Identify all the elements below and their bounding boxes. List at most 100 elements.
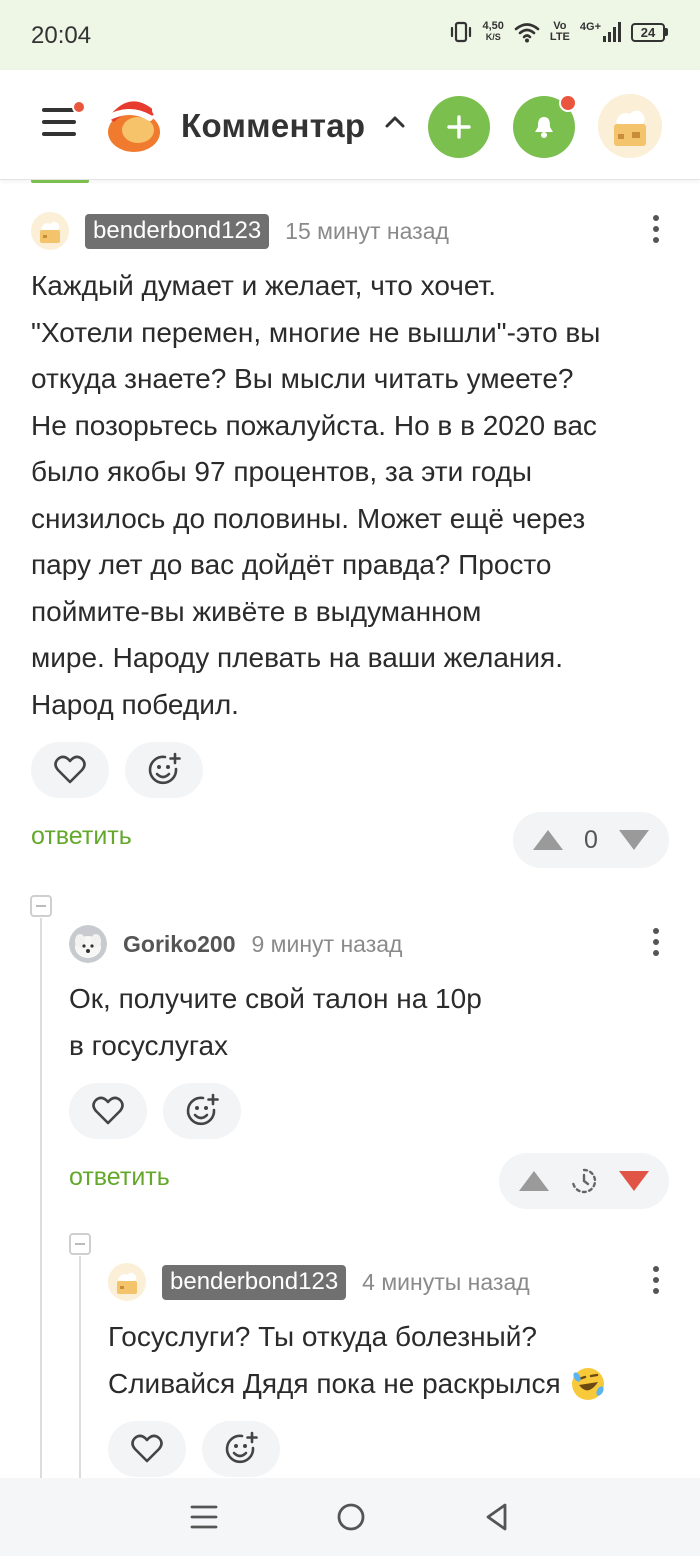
avatar[interactable] bbox=[108, 1263, 146, 1301]
bell-icon bbox=[535, 117, 553, 138]
status-time: 20:04 bbox=[31, 22, 92, 49]
reply-button[interactable]: ответить bbox=[31, 822, 132, 851]
volte-indicator: Vo LTE bbox=[550, 21, 570, 43]
active-tab-indicator bbox=[31, 180, 89, 183]
network-speed: 4,50 K/S bbox=[483, 21, 504, 43]
comment-header: benderbond123 15 минут назад bbox=[31, 211, 661, 251]
thread-line bbox=[40, 918, 42, 1478]
comment-time[interactable]: 9 минут назад bbox=[252, 931, 403, 958]
comment: Goriko200 9 минут назад Ок, получите сво… bbox=[69, 924, 669, 1209]
add-post-button[interactable] bbox=[428, 96, 490, 158]
status-bar: 20:04 4,50 K/S Vo LTE 4G+ 24 bbox=[0, 0, 700, 70]
comment-text-line: поймите-вы живёте в выдуманном bbox=[31, 595, 482, 627]
upvote-icon[interactable] bbox=[531, 828, 565, 852]
like-button[interactable] bbox=[69, 1083, 147, 1139]
comment-text-line: было якобы 97 процентов, за эти годы bbox=[31, 456, 533, 487]
menu-notification-dot bbox=[72, 100, 86, 114]
comment-text-line: Ок, получите свой талон на 10р bbox=[69, 983, 482, 1014]
chevron-up-icon[interactable] bbox=[383, 110, 407, 134]
comment-text-line: в госуслугах bbox=[69, 1029, 229, 1061]
heart-icon bbox=[54, 755, 86, 784]
back-icon[interactable] bbox=[483, 1502, 511, 1532]
vote-box: 0 bbox=[513, 812, 669, 868]
more-options-icon[interactable] bbox=[653, 1266, 661, 1298]
recent-apps-icon[interactable] bbox=[189, 1503, 219, 1531]
comment-author[interactable]: benderbond123 bbox=[85, 213, 270, 249]
comment-author[interactable]: Goriko200 bbox=[123, 931, 236, 958]
logo-icon[interactable] bbox=[100, 92, 166, 158]
network-speed-unit: K/S bbox=[485, 32, 501, 42]
rating-pending-icon bbox=[571, 1168, 597, 1194]
comment-actions bbox=[108, 1421, 661, 1477]
comment-text-line: "Хотели перемен, многие не вышли"-это вы bbox=[31, 316, 601, 348]
comment-actions bbox=[31, 742, 661, 798]
comment-text-line: снизилось до половины. Может ещё через bbox=[31, 502, 586, 534]
notification-dot bbox=[559, 94, 577, 112]
rating-value: 0 bbox=[584, 825, 598, 854]
comment-text: Каждый думает и желает, что хочет. "Хоте… bbox=[31, 263, 661, 728]
add-reaction-button[interactable] bbox=[163, 1083, 241, 1139]
comment-text-line: Госуслуги? Ты откуда болезный? bbox=[108, 1321, 537, 1352]
signal-indicator: 4G+ bbox=[580, 22, 621, 42]
network-speed-value: 4,50 bbox=[482, 20, 504, 32]
comment-text-line: Народ победил. bbox=[31, 688, 239, 720]
collapse-thread-button[interactable] bbox=[69, 1233, 91, 1255]
vibrate-icon bbox=[450, 21, 471, 43]
section-title[interactable]: Комментар bbox=[181, 107, 365, 145]
downvote-icon[interactable] bbox=[617, 828, 651, 852]
comment-text-line: откуда знаете? Вы мысли читать умеете? bbox=[31, 363, 574, 394]
add-emoji-icon bbox=[225, 1431, 258, 1464]
comment-text: Ок, получите свой талон на 10р в госуслу… bbox=[69, 976, 661, 1069]
add-reaction-button[interactable] bbox=[202, 1421, 280, 1477]
comment: benderbond123 4 минуты назад Госуслуги? … bbox=[108, 1262, 661, 1477]
more-options-icon[interactable] bbox=[653, 928, 661, 960]
comment-time[interactable]: 4 минуты назад bbox=[362, 1269, 530, 1296]
add-reaction-button[interactable] bbox=[125, 742, 203, 798]
reply-button[interactable]: ответить bbox=[69, 1163, 170, 1192]
comment-header: Goriko200 9 минут назад bbox=[69, 924, 661, 964]
comment: benderbond123 15 минут назад Каждый дума… bbox=[31, 211, 669, 868]
battery-level: 24 bbox=[631, 22, 665, 42]
thread-line bbox=[79, 1256, 81, 1478]
vote-box bbox=[499, 1153, 669, 1209]
add-emoji-icon bbox=[186, 1093, 219, 1126]
home-icon[interactable] bbox=[336, 1502, 366, 1532]
comment-text-line: пару лет до вас дойдёт правда? Просто bbox=[31, 549, 552, 580]
comment-text-line: Каждый думает и желает, что хочет. bbox=[31, 270, 497, 301]
battery-icon: 24 bbox=[631, 22, 668, 42]
rolling-on-floor-laughing-emoji bbox=[571, 1367, 604, 1400]
comment-author[interactable]: benderbond123 bbox=[162, 1264, 347, 1300]
signal-bars-icon bbox=[603, 22, 621, 42]
comment-text-line: мире. Народу плевать на ваши желания. bbox=[31, 642, 563, 673]
comment-text-line: Сливайся Дядя пока не раскрылся bbox=[108, 1367, 561, 1399]
status-icons: 4,50 K/S Vo LTE 4G+ 24 bbox=[449, 20, 668, 44]
comment-text: Госуслуги? Ты откуда болезный? Сливайся … bbox=[108, 1314, 661, 1407]
like-button[interactable] bbox=[108, 1421, 186, 1477]
avatar[interactable] bbox=[69, 925, 107, 963]
downvote-icon[interactable] bbox=[617, 1169, 651, 1193]
app-header: Комментар bbox=[0, 70, 700, 180]
avatar[interactable] bbox=[31, 212, 69, 250]
comment-text-line-with-emoji: Сливайся Дядя пока не раскрылся bbox=[108, 1361, 661, 1408]
like-button[interactable] bbox=[31, 742, 109, 798]
wifi-icon bbox=[514, 23, 540, 43]
comment-time[interactable]: 15 минут назад bbox=[285, 218, 449, 245]
heart-icon bbox=[92, 1096, 124, 1125]
comment-header: benderbond123 4 минуты назад bbox=[108, 1262, 661, 1302]
collapse-thread-button[interactable] bbox=[30, 895, 52, 917]
comment-footer: ответить 0 bbox=[31, 812, 669, 868]
notifications-button[interactable] bbox=[513, 94, 577, 158]
more-options-icon[interactable] bbox=[653, 215, 661, 247]
signal-label: 4G+ bbox=[579, 21, 601, 33]
menu-button[interactable] bbox=[40, 100, 86, 142]
add-emoji-icon bbox=[148, 752, 181, 785]
plus-icon bbox=[447, 115, 471, 139]
user-avatar[interactable] bbox=[598, 94, 662, 158]
comment-text-line: Не позорьтесь пожалуйста. Но в в 2020 ва… bbox=[31, 409, 597, 441]
volte-bottom: LTE bbox=[549, 31, 570, 43]
heart-icon bbox=[131, 1434, 163, 1463]
comment-actions bbox=[69, 1083, 661, 1139]
comment-footer: ответить bbox=[69, 1153, 669, 1209]
upvote-icon[interactable] bbox=[517, 1169, 551, 1193]
system-nav-bar bbox=[0, 1478, 700, 1556]
